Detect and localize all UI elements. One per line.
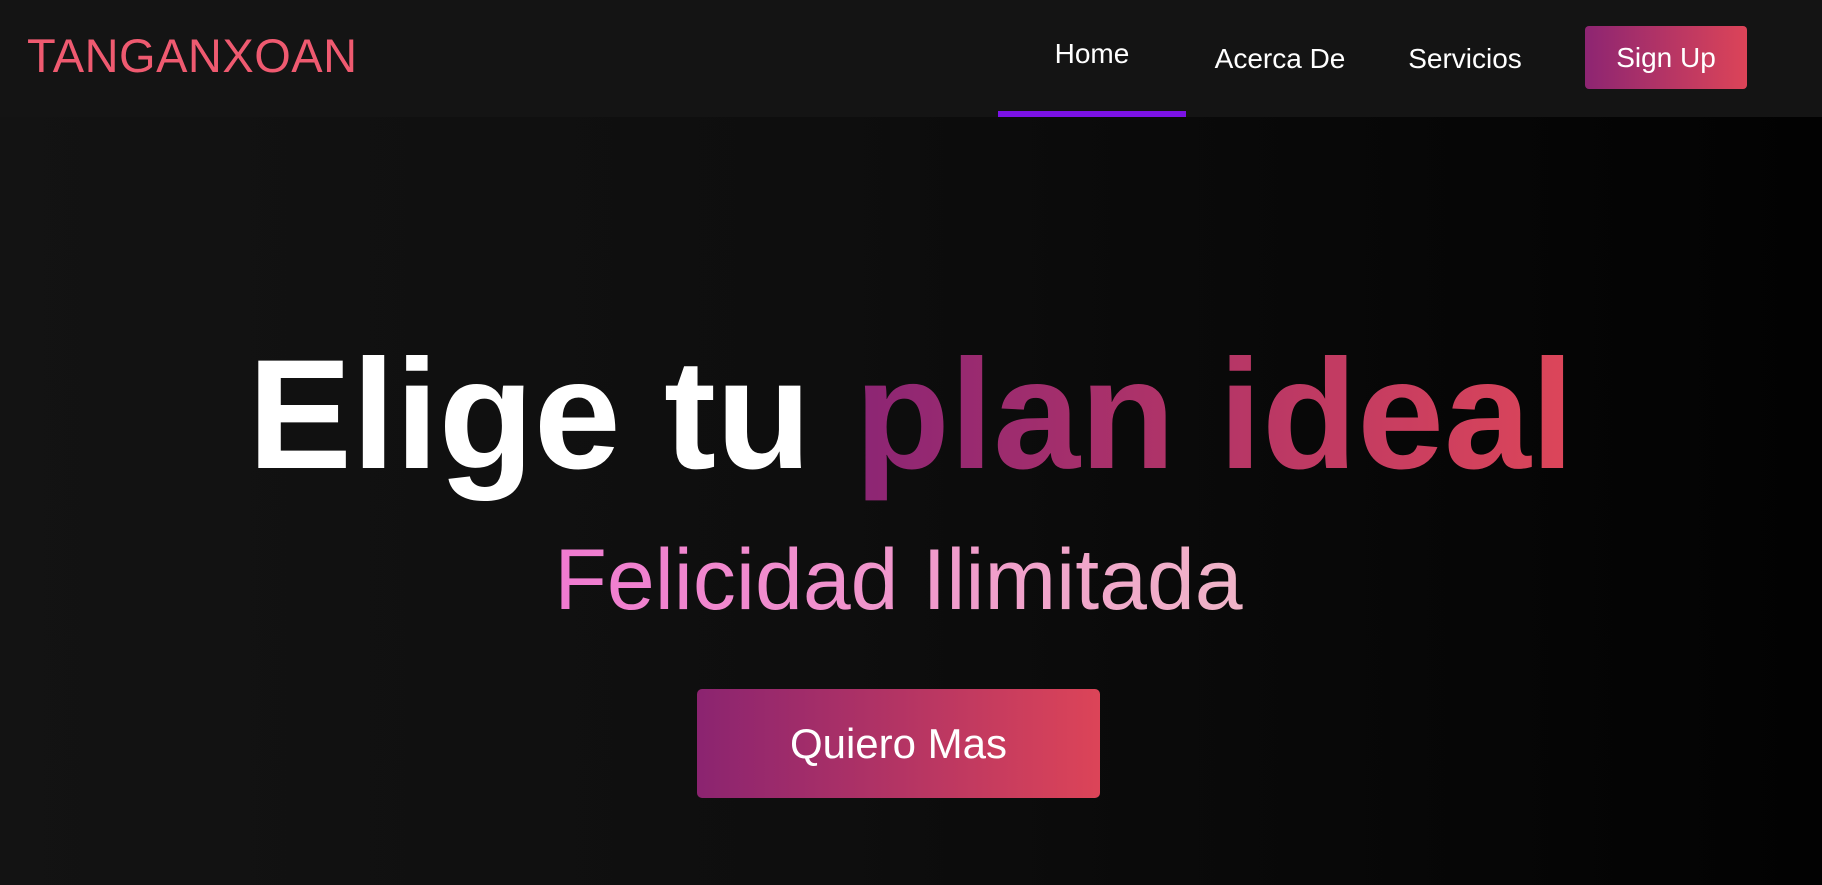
hero-subtitle: Felicidad Ilimitada — [0, 537, 1797, 623]
hero-section: Elige tu plan ideal Felicidad Ilimitada … — [0, 117, 1822, 885]
nav-link-acerca-de-label: Acerca De — [1214, 42, 1346, 74]
brand-logo[interactable]: TANGANXOAN — [27, 28, 358, 83]
sign-up-button[interactable]: Sign Up — [1585, 26, 1747, 89]
navbar: TANGANXOAN Home Acerca De Servicios Sign… — [0, 0, 1822, 117]
nav-link-acerca-de[interactable]: Acerca De — [1200, 0, 1360, 117]
nav-link-servicios-label: Servicios — [1408, 42, 1522, 74]
hero-title-highlight: plan ideal — [854, 328, 1575, 502]
hero-title-plain: Elige tu — [247, 328, 812, 502]
hero-title: Elige tu plan ideal — [0, 337, 1822, 493]
nav-link-home-label: Home — [1054, 37, 1130, 69]
nav-link-home[interactable]: Home — [998, 0, 1186, 117]
hero-subtitle-text: Felicidad Ilimitada — [554, 532, 1243, 628]
quiero-mas-button[interactable]: Quiero Mas — [697, 689, 1100, 798]
nav-link-servicios[interactable]: Servicios — [1395, 0, 1535, 117]
